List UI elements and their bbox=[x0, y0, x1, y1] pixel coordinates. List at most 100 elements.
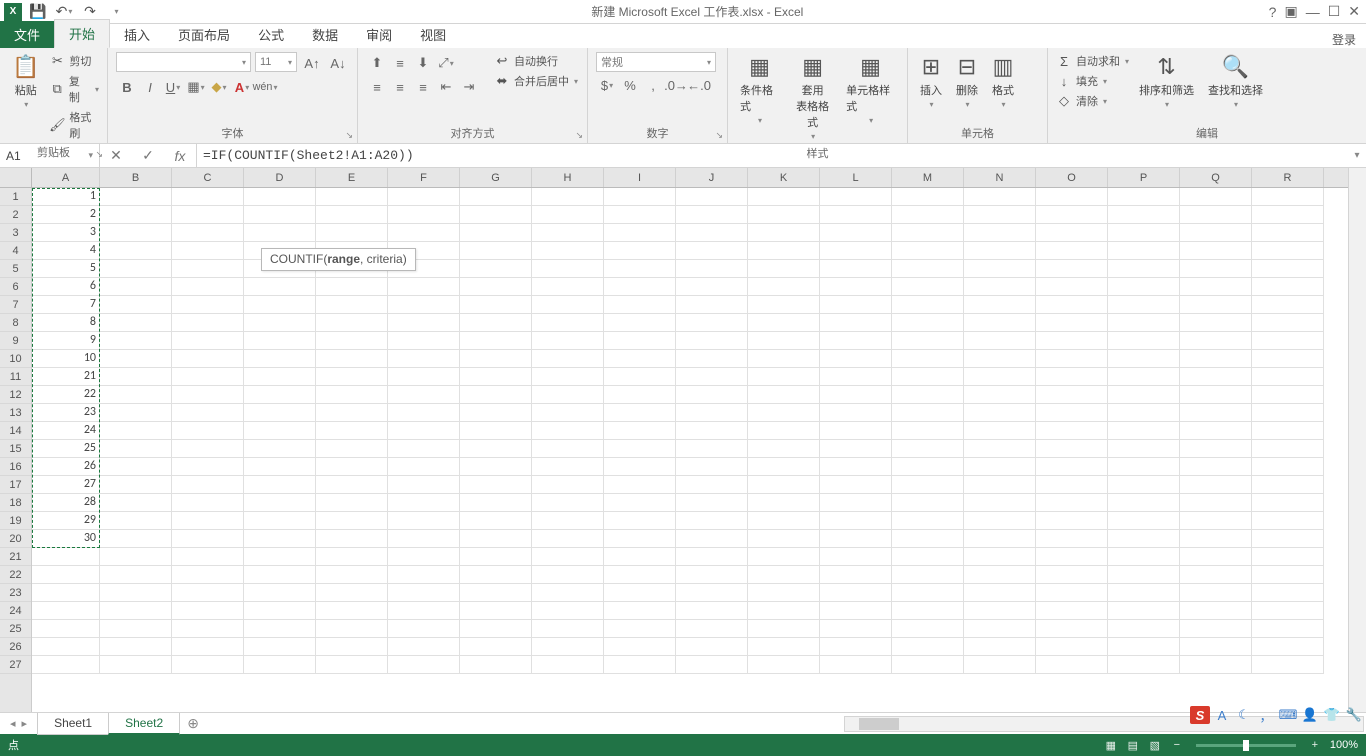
cell[interactable] bbox=[604, 476, 676, 494]
ime-punct-icon[interactable]: ， bbox=[1256, 706, 1276, 724]
cell[interactable] bbox=[1180, 188, 1252, 206]
cell[interactable] bbox=[100, 476, 172, 494]
cell[interactable] bbox=[1252, 260, 1324, 278]
cell[interactable] bbox=[820, 530, 892, 548]
column-header[interactable]: N bbox=[964, 168, 1036, 187]
percent-format-icon[interactable]: % bbox=[619, 74, 641, 96]
cell[interactable] bbox=[820, 440, 892, 458]
cell[interactable] bbox=[532, 386, 604, 404]
cell[interactable] bbox=[100, 242, 172, 260]
cell[interactable] bbox=[172, 530, 244, 548]
help-icon[interactable]: ? bbox=[1269, 4, 1277, 20]
row-header[interactable]: 16 bbox=[0, 458, 31, 476]
cell[interactable] bbox=[892, 530, 964, 548]
cell[interactable] bbox=[1252, 224, 1324, 242]
cell[interactable] bbox=[820, 404, 892, 422]
cell[interactable] bbox=[460, 530, 532, 548]
cell[interactable]: 8 bbox=[32, 314, 100, 332]
cell[interactable] bbox=[100, 188, 172, 206]
cell[interactable] bbox=[604, 350, 676, 368]
align-center-icon[interactable]: ≡ bbox=[389, 76, 411, 98]
cell[interactable]: 4 bbox=[32, 242, 100, 260]
cell[interactable]: 5 bbox=[32, 260, 100, 278]
cell[interactable] bbox=[244, 296, 316, 314]
cell[interactable] bbox=[892, 566, 964, 584]
cell[interactable] bbox=[1036, 494, 1108, 512]
cell[interactable] bbox=[1036, 458, 1108, 476]
cell[interactable] bbox=[244, 314, 316, 332]
cell[interactable] bbox=[1252, 296, 1324, 314]
cell[interactable]: 24 bbox=[32, 422, 100, 440]
cell[interactable] bbox=[1108, 368, 1180, 386]
cell[interactable] bbox=[460, 548, 532, 566]
cell[interactable] bbox=[532, 602, 604, 620]
tab-nav-first-icon[interactable]: ◂ bbox=[10, 717, 16, 730]
close-icon[interactable]: ✕ bbox=[1348, 3, 1360, 20]
cell[interactable] bbox=[676, 224, 748, 242]
cell[interactable]: 23 bbox=[32, 404, 100, 422]
cell[interactable]: 10 bbox=[32, 350, 100, 368]
number-format-select[interactable]: 常规▾ bbox=[596, 52, 716, 72]
cell[interactable] bbox=[604, 620, 676, 638]
cell[interactable] bbox=[1036, 530, 1108, 548]
cell[interactable] bbox=[460, 296, 532, 314]
cell[interactable] bbox=[676, 188, 748, 206]
row-header[interactable]: 24 bbox=[0, 602, 31, 620]
cell[interactable] bbox=[316, 278, 388, 296]
row-header[interactable]: 8 bbox=[0, 314, 31, 332]
cell[interactable] bbox=[532, 440, 604, 458]
cell[interactable] bbox=[964, 260, 1036, 278]
cell[interactable] bbox=[532, 350, 604, 368]
cell[interactable] bbox=[1108, 548, 1180, 566]
cell[interactable] bbox=[100, 656, 172, 674]
cell[interactable] bbox=[964, 242, 1036, 260]
cell[interactable] bbox=[964, 638, 1036, 656]
cell[interactable] bbox=[460, 332, 532, 350]
increase-decimal-icon[interactable]: .0→ bbox=[665, 74, 687, 96]
cell[interactable] bbox=[964, 368, 1036, 386]
cell[interactable] bbox=[1180, 278, 1252, 296]
cell[interactable] bbox=[892, 404, 964, 422]
cell[interactable] bbox=[460, 224, 532, 242]
cell[interactable] bbox=[604, 332, 676, 350]
cell[interactable] bbox=[100, 206, 172, 224]
cell[interactable] bbox=[820, 476, 892, 494]
cell[interactable] bbox=[244, 422, 316, 440]
increase-font-icon[interactable]: A↑ bbox=[301, 52, 323, 74]
cell[interactable] bbox=[1036, 404, 1108, 422]
cut-button[interactable]: ✂剪切 bbox=[49, 52, 99, 70]
cell[interactable] bbox=[1036, 260, 1108, 278]
column-header[interactable]: A bbox=[32, 168, 100, 187]
cell[interactable] bbox=[820, 602, 892, 620]
cell[interactable] bbox=[964, 530, 1036, 548]
cell[interactable] bbox=[316, 566, 388, 584]
cell[interactable] bbox=[892, 584, 964, 602]
cell[interactable] bbox=[820, 332, 892, 350]
cell[interactable] bbox=[1036, 620, 1108, 638]
cell[interactable] bbox=[1180, 242, 1252, 260]
cell[interactable] bbox=[1252, 512, 1324, 530]
tab-review[interactable]: 审阅 bbox=[352, 21, 406, 48]
cell[interactable] bbox=[604, 386, 676, 404]
cell[interactable] bbox=[892, 224, 964, 242]
cell[interactable] bbox=[892, 422, 964, 440]
cell[interactable] bbox=[676, 548, 748, 566]
paste-button[interactable]: 📋粘贴▾ bbox=[8, 52, 43, 111]
cell[interactable] bbox=[892, 206, 964, 224]
cell[interactable] bbox=[460, 350, 532, 368]
cell[interactable] bbox=[964, 476, 1036, 494]
cell[interactable] bbox=[748, 638, 820, 656]
decrease-decimal-icon[interactable]: ←.0 bbox=[688, 74, 710, 96]
row-header[interactable]: 23 bbox=[0, 584, 31, 602]
cell[interactable] bbox=[1180, 332, 1252, 350]
cell[interactable] bbox=[244, 440, 316, 458]
cell[interactable] bbox=[532, 242, 604, 260]
column-header[interactable]: R bbox=[1252, 168, 1324, 187]
cell[interactable] bbox=[172, 278, 244, 296]
cell[interactable] bbox=[1036, 602, 1108, 620]
cell[interactable] bbox=[1036, 566, 1108, 584]
cell[interactable] bbox=[316, 224, 388, 242]
cell[interactable] bbox=[964, 494, 1036, 512]
cell[interactable] bbox=[172, 620, 244, 638]
cell[interactable] bbox=[388, 656, 460, 674]
